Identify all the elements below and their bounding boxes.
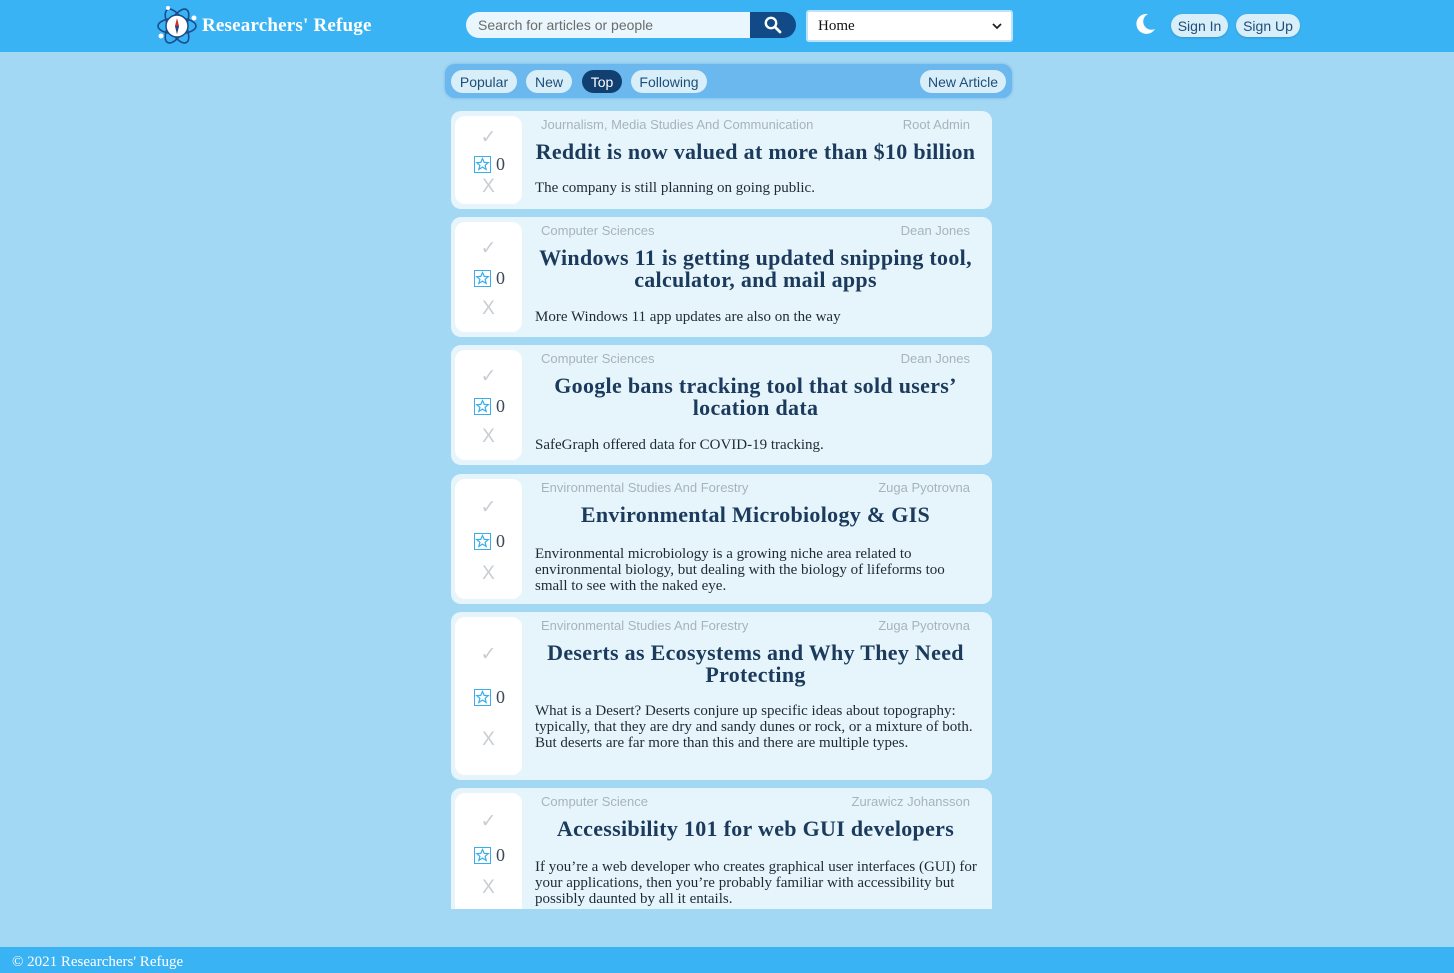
vote-count: 0 — [496, 268, 505, 288]
article-author[interactable]: Dean Jones — [901, 223, 970, 238]
x-icon[interactable]: X — [455, 729, 522, 751]
article-author[interactable]: Zuga Pyotrovna — [878, 618, 970, 633]
article-title[interactable]: Deserts as Ecosystems and Why They Need … — [535, 642, 976, 686]
vote-panel: ✓ 0 X — [455, 479, 522, 599]
article-card[interactable]: ✓ 0 X Computer Sciences Dean Jones Googl… — [451, 345, 992, 465]
chevron-down-icon — [992, 23, 1002, 30]
article-description: If you’re a web developer who creates gr… — [535, 859, 977, 907]
footer-copyright: © 2021 Researchers' Refuge — [12, 954, 184, 970]
favorite-row: 0 — [474, 531, 505, 552]
x-icon[interactable]: X — [455, 877, 522, 899]
article-description: More Windows 11 app updates are also on … — [535, 309, 841, 325]
star-icon[interactable] — [474, 847, 491, 864]
article-title[interactable]: Environmental Microbiology & GIS — [535, 504, 976, 526]
tab-popular-label: Popular — [459, 73, 509, 90]
star-icon[interactable] — [474, 156, 491, 173]
star-icon[interactable] — [474, 398, 491, 415]
section-select[interactable]: Home — [806, 10, 1013, 42]
tab-top[interactable]: Top — [582, 70, 622, 93]
article-category[interactable]: Journalism, Media Studies And Communicat… — [541, 117, 813, 132]
new-article-label: New Article — [927, 73, 999, 90]
article-title[interactable]: Reddit is now valued at more than $10 bi… — [535, 141, 976, 163]
footer: © 2021 Researchers' Refuge — [0, 947, 1454, 973]
article-category[interactable]: Computer Sciences — [541, 351, 654, 366]
vote-count: 0 — [496, 531, 505, 551]
check-icon[interactable]: ✓ — [455, 126, 522, 149]
vote-count: 0 — [496, 687, 505, 707]
star-icon[interactable] — [474, 270, 491, 287]
article-category[interactable]: Computer Sciences — [541, 223, 654, 238]
favorite-row: 0 — [474, 845, 505, 866]
search-icon — [764, 16, 782, 34]
sign-in-label: Sign In — [1177, 17, 1222, 34]
x-icon[interactable]: X — [455, 426, 522, 448]
article-card[interactable]: ✓ 0 X Journalism, Media Studies And Comm… — [451, 111, 992, 209]
search-input[interactable] — [466, 12, 750, 38]
moon-icon[interactable] — [1133, 12, 1157, 36]
top-navbar: Researchers' Refuge Home Sign In Sign Up — [0, 0, 1454, 52]
search-form — [466, 12, 796, 38]
vote-count: 0 — [496, 396, 505, 416]
favorite-row: 0 — [474, 268, 505, 289]
article-card[interactable]: ✓ 0 X Environmental Studies And Forestry… — [451, 474, 992, 604]
feed-tabs: Popular New Top Following New Article — [445, 64, 1012, 98]
vote-panel: ✓ 0 X — [455, 222, 522, 332]
brand-name: Researchers' Refuge — [202, 15, 372, 36]
article-card[interactable]: ✓ 0 X Environmental Studies And Forestry… — [451, 612, 992, 780]
new-article-button[interactable]: New Article — [920, 70, 1006, 93]
tab-popular[interactable]: Popular — [451, 70, 517, 93]
article-feed: ✓ 0 X Journalism, Media Studies And Comm… — [451, 111, 992, 909]
check-icon[interactable]: ✓ — [455, 365, 522, 388]
article-author[interactable]: Root Admin — [903, 117, 970, 132]
article-description: What is a Desert? Deserts conjure up spe… — [535, 703, 973, 751]
check-icon[interactable]: ✓ — [455, 810, 522, 833]
star-icon[interactable] — [474, 533, 491, 550]
check-icon[interactable]: ✓ — [455, 643, 522, 666]
sign-up-label: Sign Up — [1243, 17, 1293, 34]
article-card[interactable]: ✓ 0 X Computer Sciences Dean Jones Windo… — [451, 217, 992, 337]
vote-count: 0 — [496, 154, 505, 174]
tab-following[interactable]: Following — [631, 70, 707, 93]
article-title[interactable]: Windows 11 is getting updated snipping t… — [535, 247, 976, 291]
favorite-row: 0 — [474, 396, 505, 417]
favorite-row: 0 — [474, 687, 505, 708]
article-category[interactable]: Computer Science — [541, 794, 648, 809]
brand-link[interactable]: Researchers' Refuge — [156, 4, 372, 48]
search-button[interactable] — [750, 12, 796, 38]
article-title[interactable]: Accessibility 101 for web GUI developers — [535, 818, 976, 840]
vote-panel: ✓ 0 X — [455, 350, 522, 460]
vote-panel: ✓ 0 X — [455, 116, 522, 204]
tab-new-label: New — [534, 73, 563, 90]
article-description: Environmental microbiology is a growing … — [535, 546, 945, 594]
vote-panel: ✓ 0 X — [455, 793, 522, 909]
sign-up-button[interactable]: Sign Up — [1236, 14, 1300, 37]
tab-following-label: Following — [639, 73, 699, 90]
section-select-value: Home — [818, 17, 855, 34]
article-card[interactable]: ✓ 0 X Computer Science Zurawicz Johansso… — [451, 788, 992, 909]
sign-in-button[interactable]: Sign In — [1171, 14, 1228, 37]
article-author[interactable]: Zurawicz Johansson — [852, 794, 971, 809]
check-icon[interactable]: ✓ — [455, 237, 522, 260]
favorite-row: 0 — [474, 154, 505, 175]
x-icon[interactable]: X — [455, 563, 522, 585]
tab-new[interactable]: New — [526, 70, 572, 93]
article-author[interactable]: Zuga Pyotrovna — [878, 480, 970, 495]
x-icon[interactable]: X — [455, 298, 522, 320]
check-icon[interactable]: ✓ — [455, 496, 522, 519]
article-author[interactable]: Dean Jones — [901, 351, 970, 366]
article-category[interactable]: Environmental Studies And Forestry — [541, 618, 748, 633]
article-description: SafeGraph offered data for COVID-19 trac… — [535, 437, 824, 453]
vote-panel: ✓ 0 X — [455, 617, 522, 775]
star-icon[interactable] — [474, 689, 491, 706]
x-icon[interactable]: X — [455, 176, 522, 198]
tab-top-label: Top — [590, 73, 614, 90]
vote-count: 0 — [496, 845, 505, 865]
article-description: The company is still planning on going p… — [535, 180, 815, 196]
article-title[interactable]: Google bans tracking tool that sold user… — [535, 375, 976, 419]
atom-compass-logo-icon — [157, 6, 197, 44]
article-category[interactable]: Environmental Studies And Forestry — [541, 480, 748, 495]
